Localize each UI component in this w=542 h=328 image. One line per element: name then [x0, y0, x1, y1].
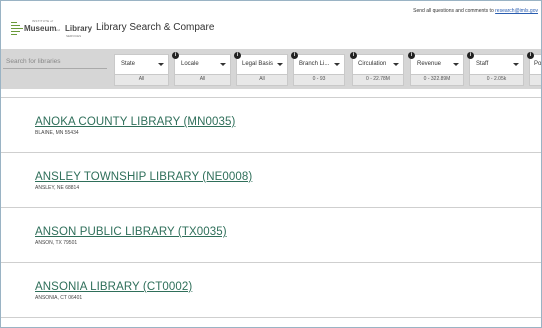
filter-value: 0 - 2.05k [486, 76, 507, 82]
chevron-down-icon [277, 63, 283, 66]
filter-branch-libraries[interactable]: i Branch Li... 0 - 93 [291, 52, 345, 86]
filter-select[interactable]: State [115, 55, 168, 75]
list-item: ANSON PUBLIC LIBRARY (TX0035) ANSON, TX … [1, 207, 541, 263]
filter-label: Legal Basis [242, 61, 274, 67]
app-title: Library Search & Compare [96, 22, 215, 33]
info-icon[interactable]: i [467, 52, 474, 59]
filter-label: Revenue [417, 61, 442, 67]
logo-text-institute: INSTITUTE of [32, 19, 54, 23]
contact-text: Send all questions and comments to [413, 8, 496, 14]
filter-value: 0 - 322.89M [423, 76, 451, 82]
logo-text-library: Library [65, 24, 93, 33]
info-icon[interactable]: i [234, 52, 241, 59]
chevron-down-icon [220, 63, 226, 66]
filter-label: Locale [181, 61, 199, 67]
filter-locale[interactable]: i Locale All [172, 52, 231, 86]
filter-label: State [121, 61, 136, 67]
chevron-down-icon [334, 63, 340, 66]
filter-label: Circulation [358, 61, 387, 67]
chevron-down-icon [453, 63, 459, 66]
logo-text-museum: Museum [24, 24, 57, 33]
filter-bar: State All i Locale All i Legal Basis All… [1, 49, 541, 89]
chevron-down-icon [393, 63, 399, 66]
filter-value: All [138, 76, 145, 82]
list-item: ANOKA COUNTY LIBRARY (MN0035) BLAINE, MN… [1, 97, 541, 153]
filter-label: Branch Li... [299, 61, 330, 67]
list-divider [1, 317, 541, 327]
chevron-down-icon [513, 63, 519, 66]
filter-select[interactable]: Circulation [353, 55, 403, 75]
logo-text-services: SERVICES [66, 34, 82, 38]
library-name-link[interactable]: ANOKA COUNTY LIBRARY (MN0035) [35, 116, 235, 128]
library-address: ANSON, TX 79501 [35, 240, 78, 246]
filter-value: All [199, 76, 206, 82]
filter-value: All [259, 76, 265, 82]
info-icon[interactable]: i [172, 52, 179, 59]
filter-select[interactable]: Branch Li... [294, 55, 344, 75]
library-address: BLAINE, MN 55434 [35, 130, 79, 136]
info-icon[interactable]: i [408, 52, 415, 59]
search-input[interactable] [3, 55, 107, 69]
filter-population[interactable]: i Po [527, 52, 542, 86]
imls-logo[interactable]: INSTITUTE of Museum and Library SERVICES [11, 19, 93, 41]
filter-label: Staff [476, 61, 489, 67]
list-item: ANSLEY TOWNSHIP LIBRARY (NE0008) ANSLEY,… [1, 152, 541, 208]
app-window: INSTITUTE of Museum and Library SERVICES… [0, 0, 542, 328]
filter-value: 0 - 93 [312, 76, 326, 82]
contact-note: Send all questions and comments to resea… [413, 8, 538, 14]
info-icon[interactable]: i [350, 52, 357, 59]
contact-email-link[interactable]: research@imls.gov [495, 8, 538, 14]
filter-staff[interactable]: i Staff 0 - 2.05k [467, 52, 524, 86]
info-icon[interactable]: i [291, 52, 298, 59]
filter-label: Po [534, 61, 542, 67]
filter-circulation[interactable]: i Circulation 0 - 22.78M [350, 52, 404, 86]
info-icon[interactable]: i [527, 52, 534, 59]
library-address: ANSONIA, CT 06401 [35, 295, 83, 301]
chevron-down-icon [158, 63, 164, 66]
library-address: ANSLEY, NE 68814 [35, 185, 80, 191]
library-name-link[interactable]: ANSLEY TOWNSHIP LIBRARY (NE0008) [35, 171, 252, 183]
logo-text-and: and [55, 28, 61, 32]
filter-select[interactable]: Locale [175, 55, 230, 75]
list-item: ANSONIA LIBRARY (CT0002) ANSONIA, CT 064… [1, 262, 541, 318]
filter-select[interactable]: Revenue [411, 55, 463, 75]
logo-lines-icon [11, 19, 23, 37]
filter-select[interactable]: Legal Basis [237, 55, 287, 75]
filter-value: 0 - 22.78M [366, 76, 390, 82]
page-header: INSTITUTE of Museum and Library SERVICES… [1, 1, 541, 47]
library-name-link[interactable]: ANSON PUBLIC LIBRARY (TX0035) [35, 226, 227, 238]
filter-legal-basis[interactable]: i Legal Basis All [234, 52, 288, 86]
filter-select[interactable]: Staff [470, 55, 523, 75]
library-name-link[interactable]: ANSONIA LIBRARY (CT0002) [35, 281, 192, 293]
filter-state[interactable]: State All [114, 54, 169, 86]
filter-revenue[interactable]: i Revenue 0 - 322.89M [408, 52, 464, 86]
